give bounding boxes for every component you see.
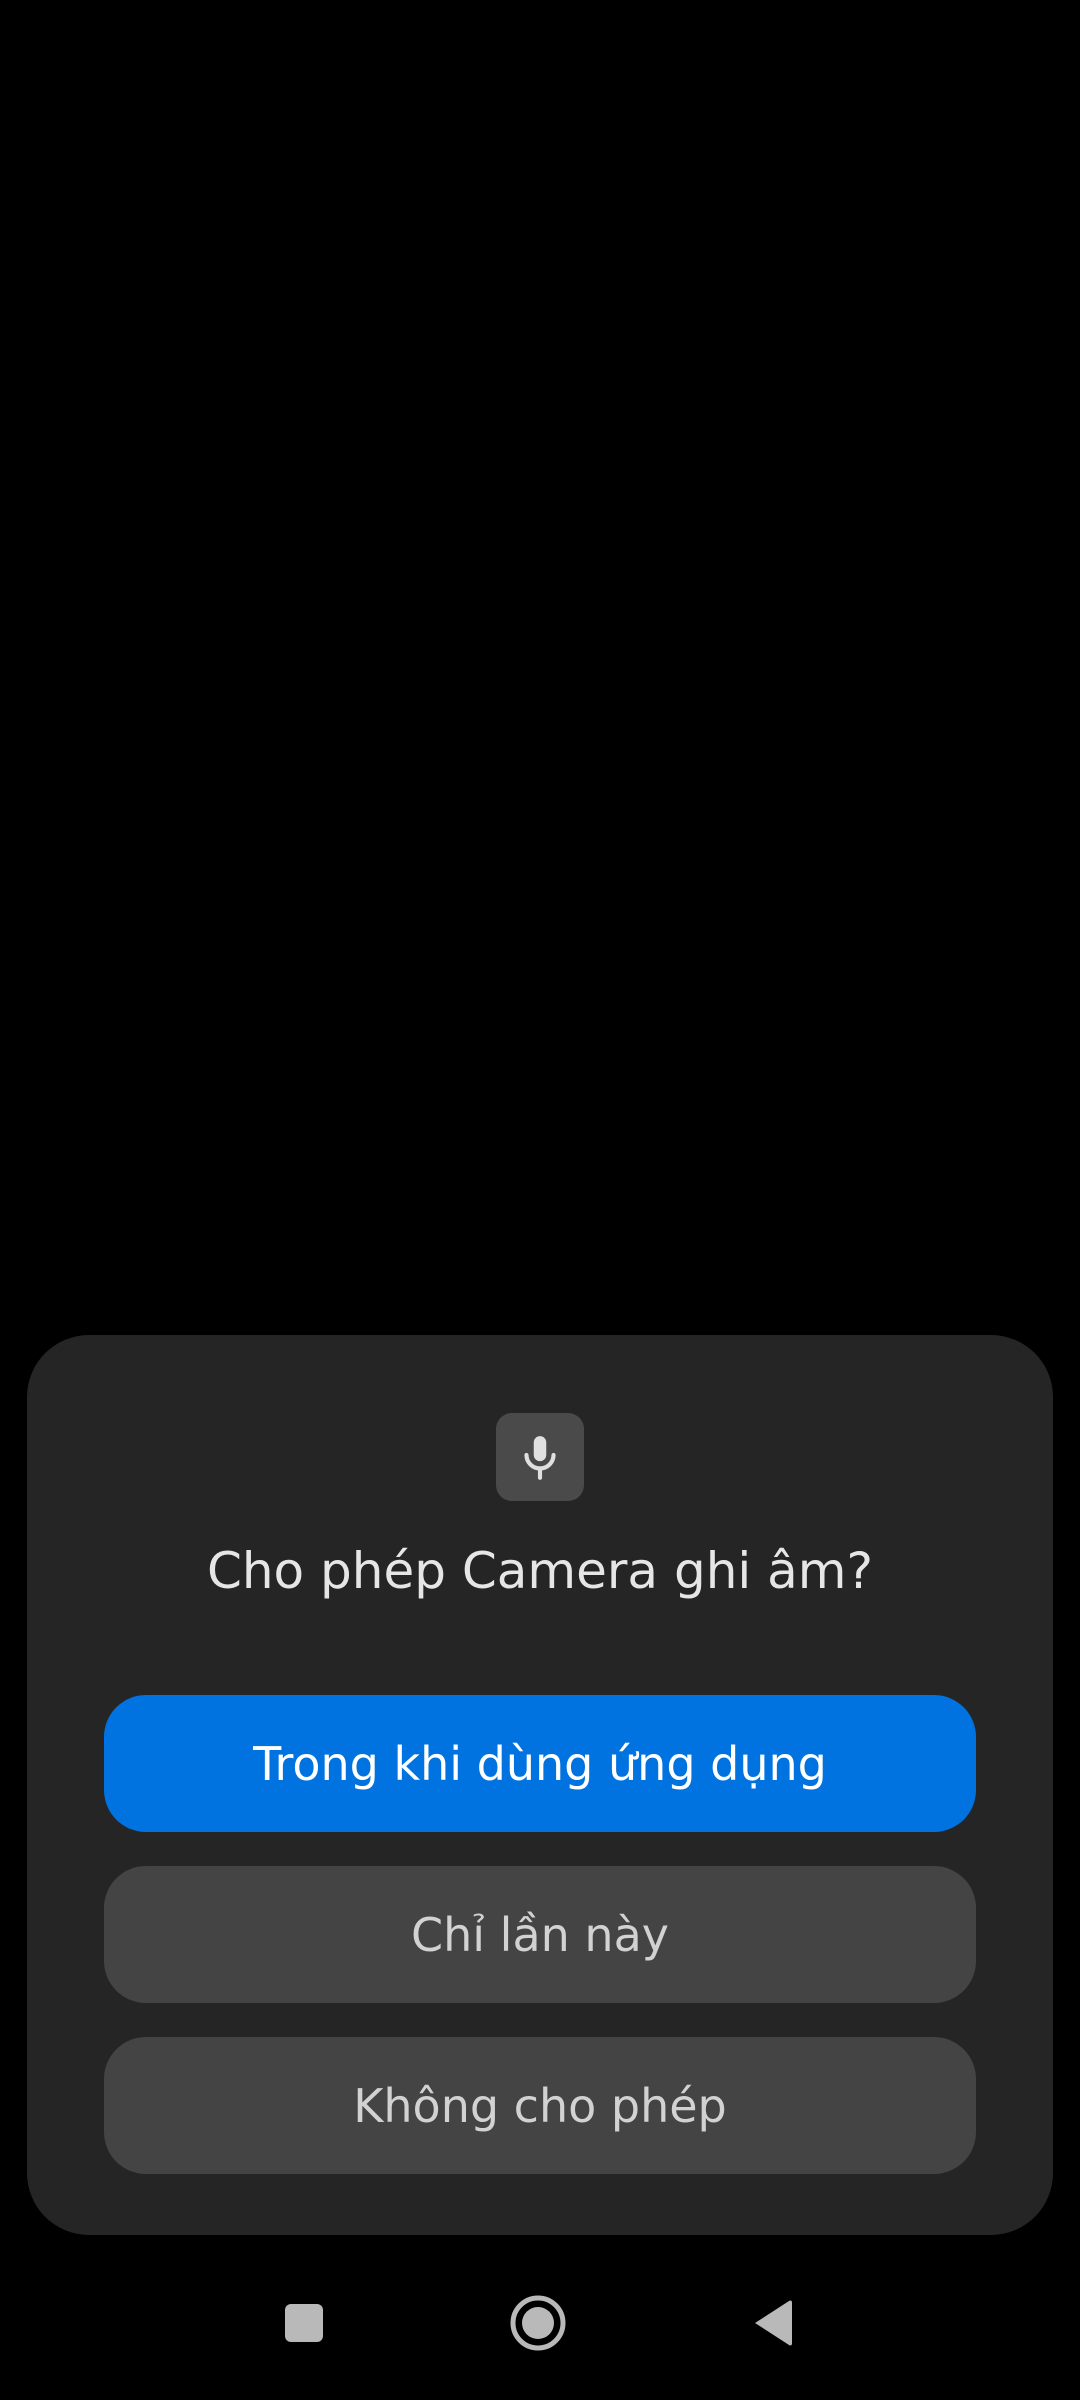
- allow-only-this-time-button[interactable]: Chỉ lần này: [104, 1866, 976, 2003]
- recents-button[interactable]: [256, 2275, 352, 2371]
- system-navigation-bar: [0, 2235, 1080, 2400]
- screen-backdrop: [0, 0, 1080, 1334]
- triangle-back-icon: [755, 2300, 792, 2346]
- permission-icon-box: [496, 1413, 584, 1501]
- circle-home-icon: [510, 2295, 566, 2351]
- allow-while-using-button[interactable]: Trong khi dùng ứng dụng: [104, 1695, 976, 1832]
- permission-dialog: Cho phép Camera ghi âm? Trong khi dùng ứ…: [27, 1335, 1053, 2235]
- deny-button[interactable]: Không cho phép: [104, 2037, 976, 2174]
- home-button[interactable]: [490, 2275, 586, 2371]
- square-icon: [285, 2304, 323, 2342]
- back-button[interactable]: [725, 2275, 821, 2371]
- dialog-title: Cho phép Camera ghi âm?: [206, 1542, 874, 1600]
- microphone-icon: [524, 1436, 556, 1480]
